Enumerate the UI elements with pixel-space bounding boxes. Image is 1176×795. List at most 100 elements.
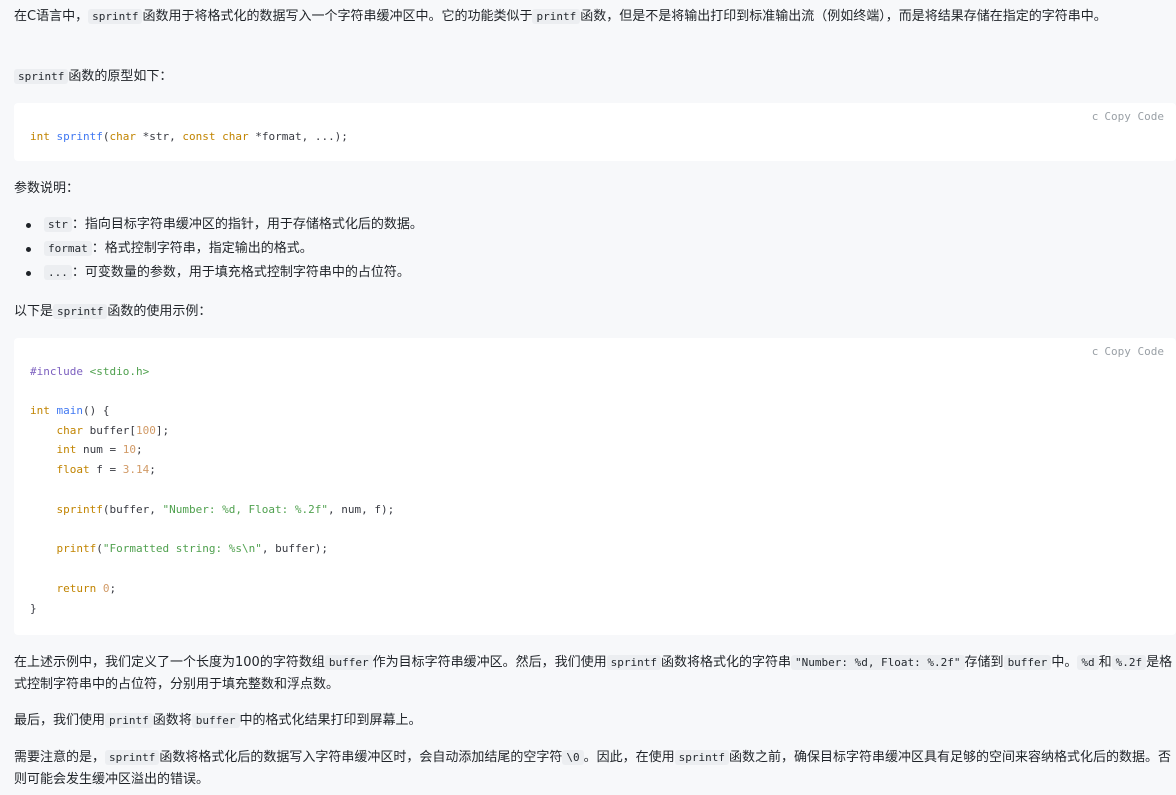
code-token: char: [56, 424, 84, 437]
code-token: (: [96, 542, 103, 555]
code-token: num =: [76, 443, 123, 456]
code-token: "Number: %d, Float: %.2f": [162, 503, 329, 516]
code-line: #include <stdio.h>: [30, 364, 149, 379]
code-token: <stdio.h>: [89, 365, 150, 378]
code-line: int num = 10;: [30, 442, 143, 457]
code-line: int main() {: [30, 403, 110, 418]
code-block-prototype: c Copy Code int sprintf(char *str, const …: [14, 103, 1176, 161]
code-token: (buffer,: [102, 503, 163, 516]
inline-code-null-char: \0: [562, 750, 584, 765]
text: 函数将: [152, 713, 192, 728]
code-token: #include: [30, 365, 83, 378]
code-token: float: [56, 463, 90, 476]
text: 函数将格式化后的数据写入字符串缓冲区时，会自动添加结尾的空字符: [159, 750, 563, 765]
code-token: ];: [155, 424, 170, 437]
code-token: *format, ...);: [248, 130, 348, 143]
code-line: char buffer[100];: [30, 423, 170, 438]
param-description: ：指向目标字符串缓冲区的指针，用于存储格式化后的数据。: [71, 217, 423, 232]
code-token: ;: [149, 463, 156, 476]
inline-code-buffer: buffer: [324, 655, 373, 670]
code-line: float f = 3.14;: [30, 462, 156, 477]
param-description: ：可变数量的参数，用于填充格式控制字符串中的占位符。: [71, 265, 410, 280]
intro-text-2: 函数用于将格式化的数据写入一个字符串缓冲区中。它的功能类似于: [142, 9, 533, 24]
explanation-paragraph-1: 在上述示例中，我们定义了一个长度为100的字符数组 buffer 作为目标字符串缓冲…: [14, 652, 1174, 696]
prototype-intro: sprintf 函数的原型如下：: [14, 66, 172, 88]
code-token: () {: [83, 404, 110, 417]
example-intro-text-1: 以下是: [14, 304, 54, 319]
inline-code-buffer: buffer: [191, 713, 240, 728]
code-token: , buffer);: [261, 542, 329, 555]
params-list: str ：指向目标字符串缓冲区的指针，用于存储格式化后的数据。 format ：格式…: [14, 213, 1174, 285]
inline-code-buffer: buffer: [1003, 655, 1052, 670]
copy-code-button[interactable]: c Copy Code: [1092, 110, 1164, 123]
inline-code-printf: printf: [532, 9, 581, 24]
inline-code-sprintf: sprintf: [606, 655, 661, 670]
code-token: 3.14: [122, 463, 150, 476]
code-token: main: [56, 404, 84, 417]
code-token: sprintf: [56, 503, 103, 516]
code-language-label: c: [1091, 345, 1099, 358]
list-item: format ：格式控制字符串，指定输出的格式。: [14, 237, 1174, 261]
code-line: printf("Formatted string: %s\n", buffer)…: [30, 541, 329, 556]
code-token: char: [222, 130, 249, 143]
list-item: str ：指向目标字符串缓冲区的指针，用于存储格式化后的数据。: [14, 213, 1174, 237]
code-token: int: [30, 404, 50, 417]
example-intro-text-2: 函数的使用示例：: [107, 304, 212, 319]
intro-text-3: 函数，但是不是将输出打印到标准输出流（例如终端），而是将结果存储在指定的字符串中…: [580, 9, 1107, 24]
inline-code-percent-2f: %.2f: [1111, 655, 1147, 670]
explanation-paragraph-2: 最后，我们使用 printf 函数将 buffer 中的格式化结果打印到屏幕上。: [14, 710, 422, 732]
inline-code-param: str: [44, 217, 72, 232]
code-token: "Formatted string: %s\n": [102, 542, 262, 555]
code-token: f =: [89, 463, 123, 476]
inline-code-sprintf: sprintf: [674, 750, 730, 765]
code-token: 10: [122, 443, 136, 456]
inline-code-sprintf: sprintf: [53, 304, 108, 319]
inline-code-param: format: [44, 241, 92, 256]
text: 作为目标字符串缓冲区。然后，我们使用: [372, 655, 607, 670]
text: 最后，我们使用: [14, 713, 106, 728]
copy-code-label: Copy Code: [1104, 345, 1164, 358]
explanation-paragraph-3: 需要注意的是， sprintf 函数将格式化后的数据写入字符串缓冲区时，会自动添加结…: [14, 747, 1174, 791]
inline-code-format-string: "Number: %d, Float: %.2f": [790, 655, 965, 670]
code-token: int: [30, 130, 50, 143]
params-title: 参数说明：: [14, 181, 80, 196]
text: 和: [1098, 655, 1112, 670]
inline-code-percent-d: %d: [1077, 655, 1099, 670]
text: 在上述示例中，我们定义了一个长度为100的字符数组: [14, 655, 325, 670]
code-language-label: c: [1091, 110, 1099, 123]
code-line: }: [30, 602, 37, 615]
inline-code-sprintf: sprintf: [14, 69, 69, 84]
code-line: int sprintf(char *str, const char *forma…: [30, 129, 348, 144]
code-token: printf: [56, 542, 97, 555]
text: 。因此，在使用: [583, 750, 675, 765]
inline-code-sprintf: sprintf: [105, 750, 160, 765]
text: 中。: [1051, 655, 1078, 670]
copy-code-label: Copy Code: [1104, 110, 1164, 123]
text: 函数将格式化的字符串: [660, 655, 791, 670]
code-token: 0: [102, 582, 110, 595]
code-token: int: [56, 443, 77, 456]
code-token: *str,: [135, 130, 183, 143]
intro-paragraph: 在C语言中， sprintf 函数用于将格式化的数据写入一个字符串缓冲区中。它的功能…: [14, 6, 1174, 28]
code-token: , num, f);: [328, 503, 395, 516]
code-token: ;: [109, 582, 117, 595]
text: 需要注意的是，: [14, 750, 106, 765]
code-token: ;: [135, 443, 143, 456]
code-token: const: [182, 130, 216, 143]
example-intro: 以下是 sprintf 函数的使用示例：: [14, 301, 211, 323]
inline-code-sprintf: sprintf: [88, 9, 143, 24]
param-description: ：格式控制字符串，指定输出的格式。: [91, 241, 313, 256]
code-line: return 0;: [30, 581, 117, 596]
copy-code-button[interactable]: c Copy Code: [1092, 345, 1164, 358]
code-token: 100: [135, 424, 156, 437]
text: 中的格式化结果打印到屏幕上。: [239, 713, 422, 728]
code-token: buffer[: [83, 424, 136, 437]
